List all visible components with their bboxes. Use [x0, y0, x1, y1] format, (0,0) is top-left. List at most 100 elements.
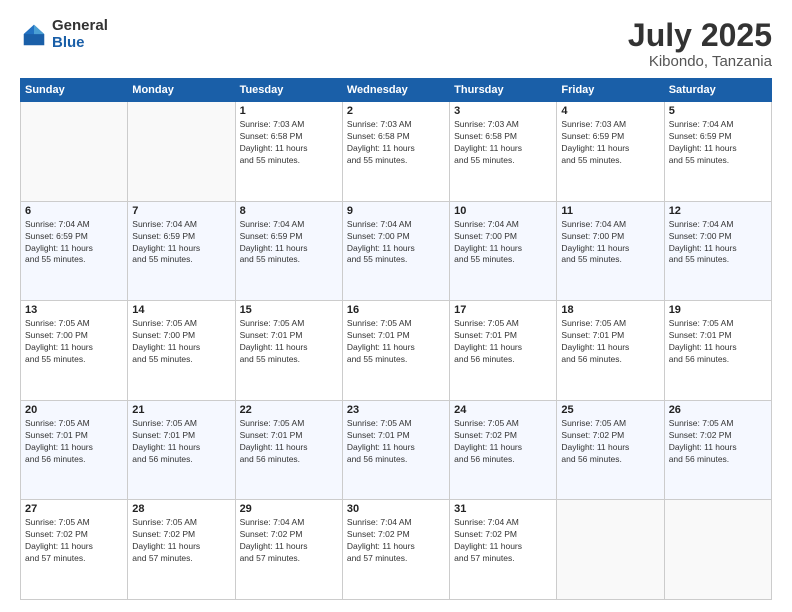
table-row: 21 Sunrise: 7:05 AMSunset: 7:01 PMDayligh…: [128, 400, 235, 500]
table-row: 4Sunrise: 7:03 AMSunset: 6:59 PMDaylight…: [557, 102, 664, 202]
table-row: 30Sunrise: 7:04 AMSunset: 7:02 PMDayligh…: [342, 500, 449, 600]
day-number: 11: [561, 205, 659, 217]
table-row: 7 Sunrise: 7:04 AMSunset: 6:59 PMDaylight…: [128, 201, 235, 301]
day-detail: Sunrise: 7:04 AMSunset: 7:00 PMDaylight:…: [561, 219, 659, 267]
table-row: 31 Sunrise: 7:04 AMSunset: 7:02 PMDayligh…: [450, 500, 557, 600]
day-number: 31: [454, 503, 552, 515]
day-number: 24: [454, 404, 552, 416]
day-number: 29: [240, 503, 338, 515]
table-row: 19 Sunrise: 7:05 AMSunset: 7:01 PMDayligh…: [664, 301, 771, 401]
day-detail: Sunrise: 7:03 AMSunset: 6:58 PMDaylight:…: [347, 119, 445, 167]
table-row: 13Sunrise: 7:05 AMSunset: 7:00 PMDayligh…: [21, 301, 128, 401]
day-number: 22: [240, 404, 338, 416]
day-number: 15: [240, 304, 338, 316]
table-row: [557, 500, 664, 600]
col-tuesday: Tuesday: [235, 79, 342, 102]
day-detail: Sunrise: 7:05 AMSunset: 7:02 PMDaylight:…: [132, 517, 230, 565]
table-row: 8 Sunrise: 7:04 AMSunset: 6:59 PMDaylight…: [235, 201, 342, 301]
day-number: 26: [669, 404, 767, 416]
day-number: 17: [454, 304, 552, 316]
table-row: 28 Sunrise: 7:05 AMSunset: 7:02 PMDayligh…: [128, 500, 235, 600]
table-row: 9 Sunrise: 7:04 AMSunset: 7:00 PMDaylight…: [342, 201, 449, 301]
table-row: 1Sunrise: 7:03 AMSunset: 6:58 PMDaylight…: [235, 102, 342, 202]
day-detail: Sunrise: 7:04 AMSunset: 6:59 PMDaylight:…: [669, 119, 767, 167]
day-number: 20: [25, 404, 123, 416]
title-month: July 2025: [628, 18, 772, 53]
table-row: 17Sunrise: 7:05 AMSunset: 7:01 PMDayligh…: [450, 301, 557, 401]
day-detail: Sunrise: 7:05 AMSunset: 7:02 PMDaylight:…: [561, 418, 659, 466]
day-detail: Sunrise: 7:05 AMSunset: 7:02 PMDaylight:…: [25, 517, 123, 565]
day-detail: Sunrise: 7:04 AMSunset: 7:00 PMDaylight:…: [347, 219, 445, 267]
calendar-week-4: 20 Sunrise: 7:05 AMSunset: 7:01 PMDayligh…: [21, 400, 772, 500]
table-row: 2 Sunrise: 7:03 AMSunset: 6:58 PMDaylight…: [342, 102, 449, 202]
day-number: 2: [347, 105, 445, 117]
table-row: 18Sunrise: 7:05 AMSunset: 7:01 PMDayligh…: [557, 301, 664, 401]
day-detail: Sunrise: 7:04 AMSunset: 6:59 PMDaylight:…: [25, 219, 123, 267]
day-number: 18: [561, 304, 659, 316]
day-number: 5: [669, 105, 767, 117]
day-detail: Sunrise: 7:05 AMSunset: 7:00 PMDaylight:…: [132, 318, 230, 366]
logo: General Blue: [20, 18, 108, 51]
day-number: 25: [561, 404, 659, 416]
page: General Blue July 2025 Kibondo, Tanzania…: [0, 0, 792, 612]
table-row: 11 Sunrise: 7:04 AMSunset: 7:00 PMDayligh…: [557, 201, 664, 301]
table-row: 15 Sunrise: 7:05 AMSunset: 7:01 PMDayligh…: [235, 301, 342, 401]
day-detail: Sunrise: 7:04 AMSunset: 7:02 PMDaylight:…: [240, 517, 338, 565]
day-detail: Sunrise: 7:05 AMSunset: 7:01 PMDaylight:…: [240, 318, 338, 366]
table-row: 29 Sunrise: 7:04 AMSunset: 7:02 PMDayligh…: [235, 500, 342, 600]
day-number: 30: [347, 503, 445, 515]
day-number: 6: [25, 205, 123, 217]
day-detail: Sunrise: 7:05 AMSunset: 7:01 PMDaylight:…: [669, 318, 767, 366]
logo-blue-text: Blue: [52, 35, 108, 52]
table-row: 20 Sunrise: 7:05 AMSunset: 7:01 PMDayligh…: [21, 400, 128, 500]
table-row: [664, 500, 771, 600]
table-row: 6 Sunrise: 7:04 AMSunset: 6:59 PMDaylight…: [21, 201, 128, 301]
col-sunday: Sunday: [21, 79, 128, 102]
table-row: 16Sunrise: 7:05 AMSunset: 7:01 PMDayligh…: [342, 301, 449, 401]
day-number: 19: [669, 304, 767, 316]
col-friday: Friday: [557, 79, 664, 102]
day-detail: Sunrise: 7:05 AMSunset: 7:01 PMDaylight:…: [132, 418, 230, 466]
day-detail: Sunrise: 7:05 AMSunset: 7:00 PMDaylight:…: [25, 318, 123, 366]
day-number: 8: [240, 205, 338, 217]
day-number: 7: [132, 205, 230, 217]
table-row: 12 Sunrise: 7:04 AMSunset: 7:00 PMDayligh…: [664, 201, 771, 301]
calendar-week-2: 6 Sunrise: 7:04 AMSunset: 6:59 PMDaylight…: [21, 201, 772, 301]
col-monday: Monday: [128, 79, 235, 102]
day-number: 3: [454, 105, 552, 117]
calendar-week-5: 27 Sunrise: 7:05 AMSunset: 7:02 PMDayligh…: [21, 500, 772, 600]
day-detail: Sunrise: 7:03 AMSunset: 6:58 PMDaylight:…: [454, 119, 552, 167]
day-detail: Sunrise: 7:04 AMSunset: 7:00 PMDaylight:…: [669, 219, 767, 267]
table-row: 26 Sunrise: 7:05 AMSunset: 7:02 PMDayligh…: [664, 400, 771, 500]
day-detail: Sunrise: 7:04 AMSunset: 6:59 PMDaylight:…: [240, 219, 338, 267]
calendar-week-1: 1 Sunrise: 7:03 AMSunset: 6:58 PMDaylight…: [21, 102, 772, 202]
day-detail: Sunrise: 7:05 AMSunset: 7:01 PMDaylight:…: [25, 418, 123, 466]
logo-general-text: General: [52, 18, 108, 35]
day-detail: Sunrise: 7:05 AMSunset: 7:01 PMDaylight:…: [240, 418, 338, 466]
table-row: 24Sunrise: 7:05 AMSunset: 7:02 PMDayligh…: [450, 400, 557, 500]
day-detail: Sunrise: 7:04 AMSunset: 6:59 PMDaylight:…: [132, 219, 230, 267]
calendar-table: Sunday Monday Tuesday Wednesday Thursday…: [20, 78, 772, 600]
day-number: 10: [454, 205, 552, 217]
calendar-week-3: 13Sunrise: 7:05 AMSunset: 7:00 PMDayligh…: [21, 301, 772, 401]
day-number: 9: [347, 205, 445, 217]
day-number: 1: [240, 105, 338, 117]
calendar-header-row: Sunday Monday Tuesday Wednesday Thursday…: [21, 79, 772, 102]
day-detail: Sunrise: 7:05 AMSunset: 7:01 PMDaylight:…: [347, 318, 445, 366]
day-number: 27: [25, 503, 123, 515]
table-row: 22 Sunrise: 7:05 AMSunset: 7:01 PMDayligh…: [235, 400, 342, 500]
logo-icon: [20, 21, 48, 49]
day-number: 23: [347, 404, 445, 416]
col-saturday: Saturday: [664, 79, 771, 102]
col-wednesday: Wednesday: [342, 79, 449, 102]
day-number: 21: [132, 404, 230, 416]
title-location: Kibondo, Tanzania: [628, 53, 772, 70]
day-number: 4: [561, 105, 659, 117]
day-number: 28: [132, 503, 230, 515]
day-detail: Sunrise: 7:05 AMSunset: 7:02 PMDaylight:…: [669, 418, 767, 466]
day-detail: Sunrise: 7:04 AMSunset: 7:02 PMDaylight:…: [454, 517, 552, 565]
day-number: 12: [669, 205, 767, 217]
table-row: 23Sunrise: 7:05 AMSunset: 7:01 PMDayligh…: [342, 400, 449, 500]
table-row: 14Sunrise: 7:05 AMSunset: 7:00 PMDayligh…: [128, 301, 235, 401]
table-row: 27 Sunrise: 7:05 AMSunset: 7:02 PMDayligh…: [21, 500, 128, 600]
